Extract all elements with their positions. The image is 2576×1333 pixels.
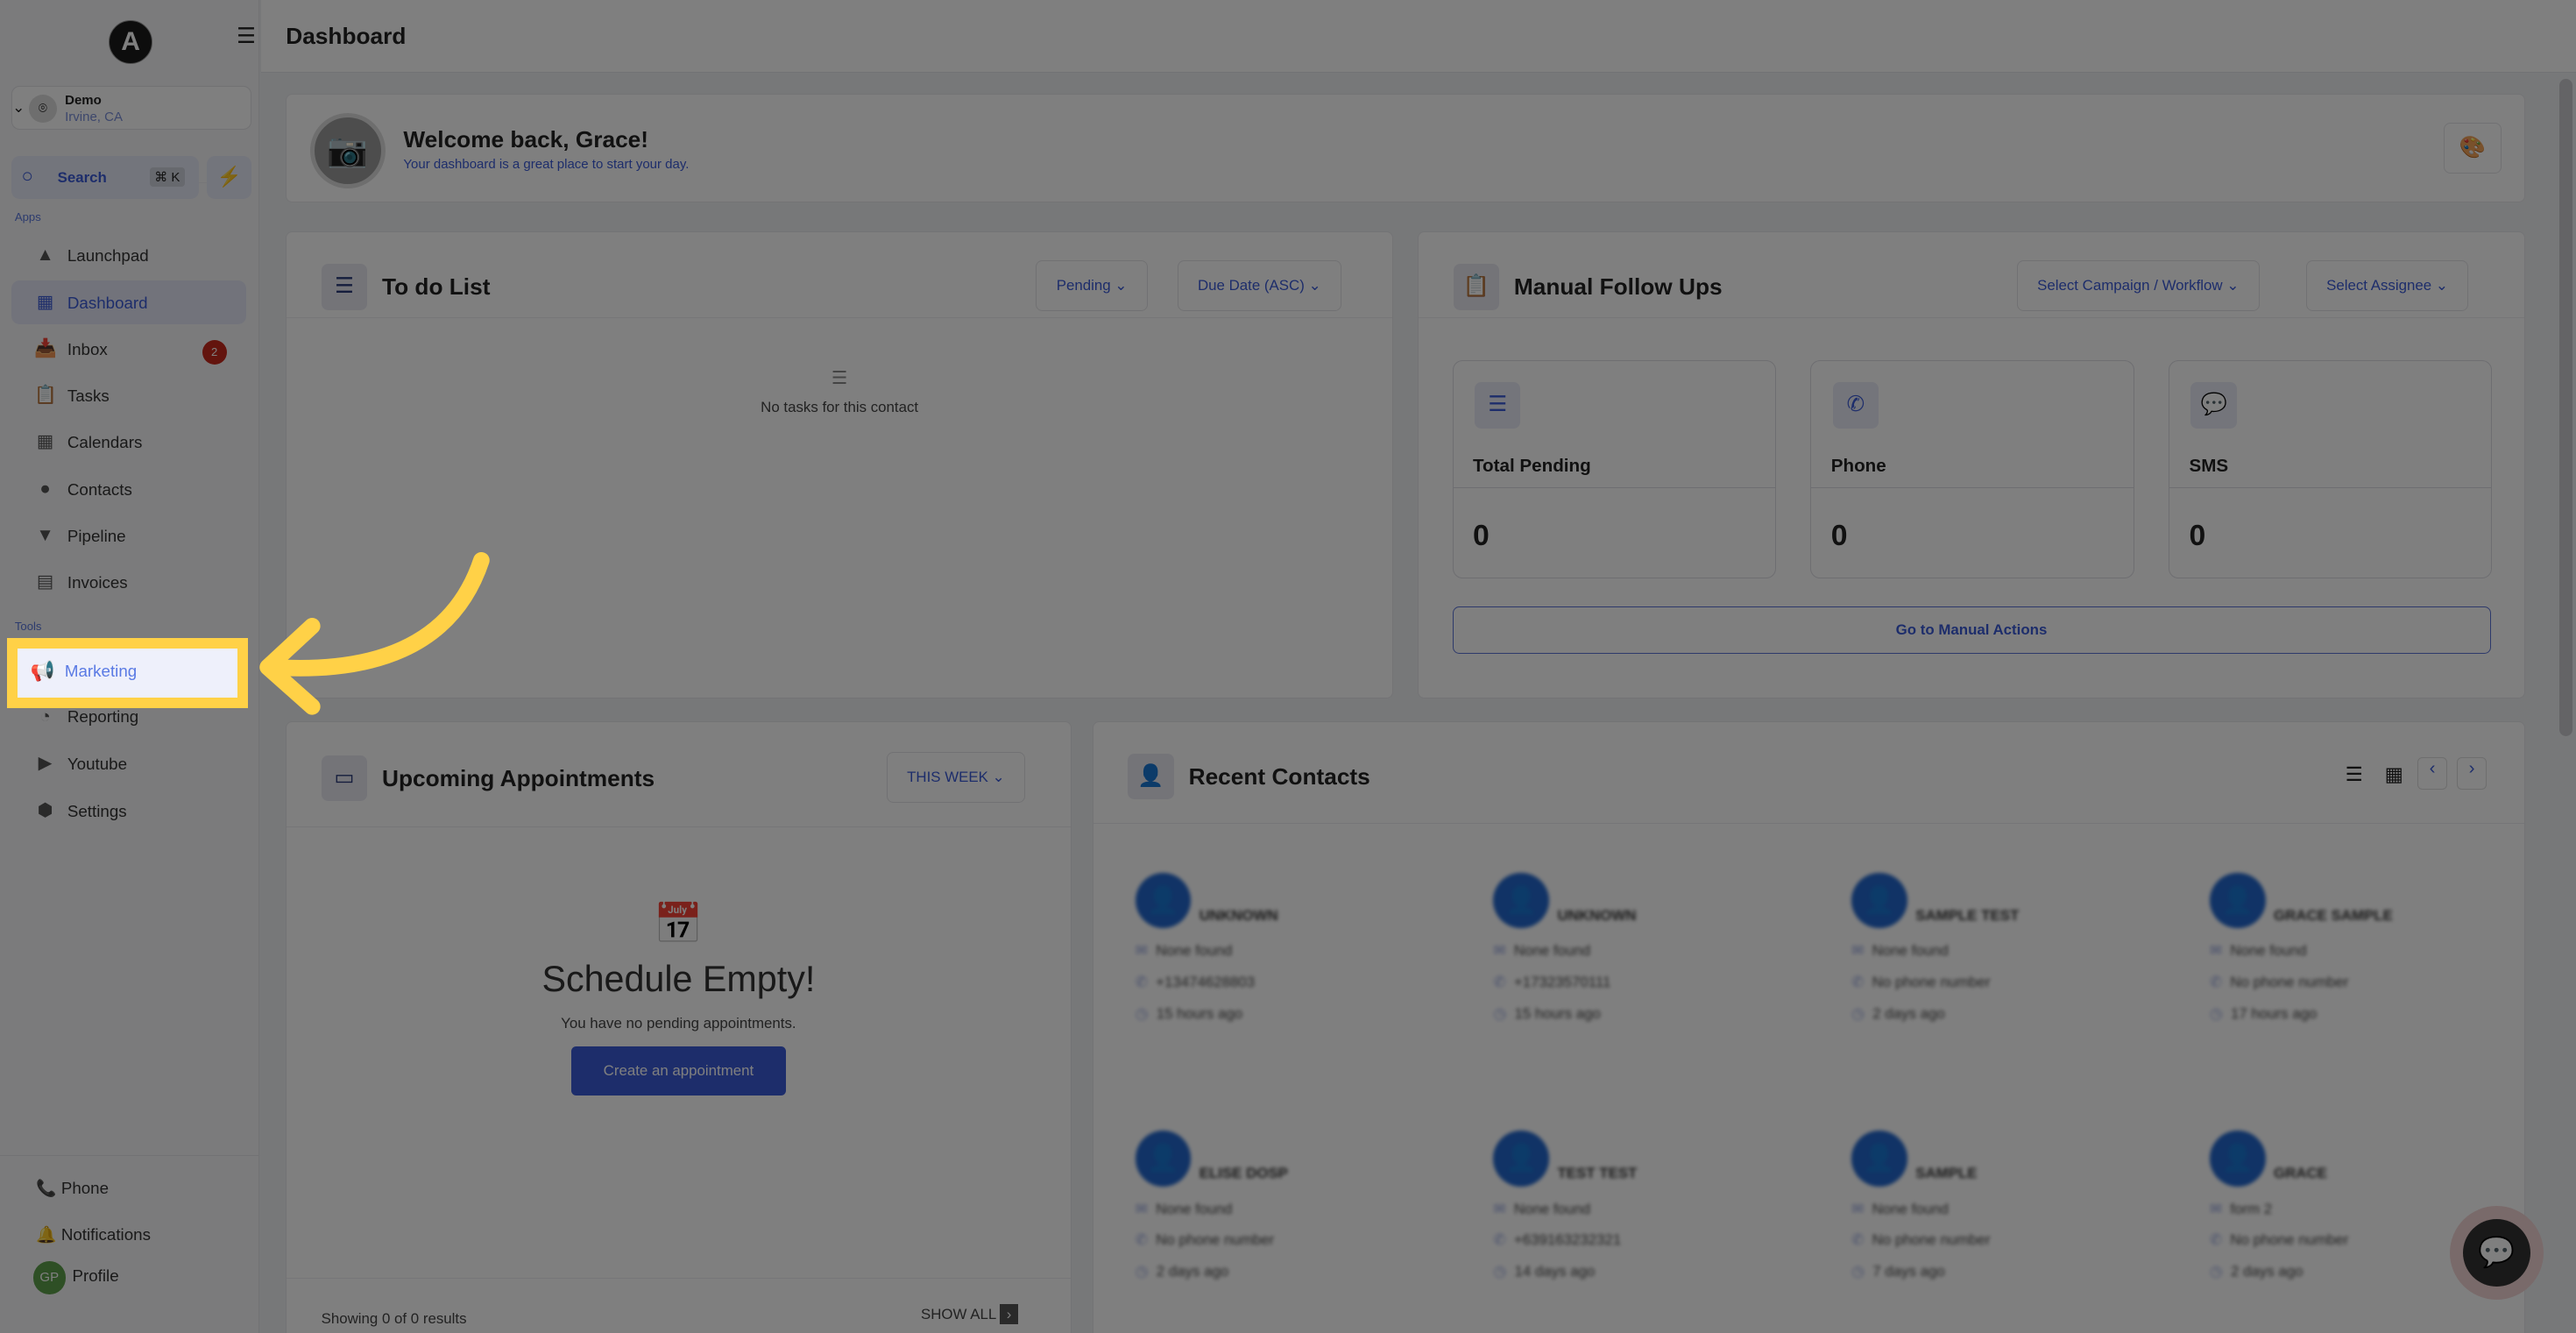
- pointer-arrow-icon: [259, 552, 490, 715]
